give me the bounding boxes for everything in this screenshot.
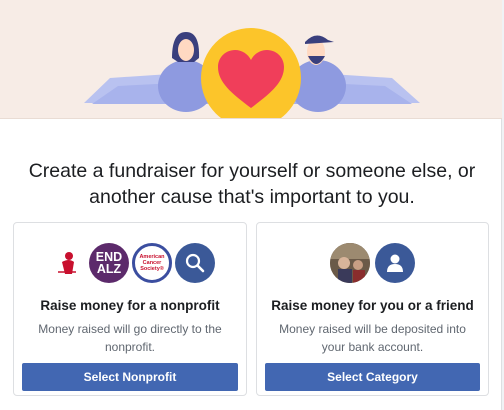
nonprofit-card-title: Raise money for a nonprofit	[40, 298, 220, 313]
st-jude-logo	[47, 243, 87, 283]
personal-card[interactable]: Raise money for you or a friend Money ra…	[256, 222, 489, 396]
nonprofit-logos: END ALZ American Cancer Society®	[14, 243, 246, 287]
page-headline: Create a fundraiser for yourself or some…	[0, 158, 504, 210]
headline-line-2: another cause that's important to you.	[89, 186, 415, 208]
profile-photo	[330, 243, 370, 283]
nonprofit-card-description: Money raised will go directly to the non…	[22, 320, 238, 356]
headline-line-1: Create a fundraiser for yourself or some…	[28, 160, 476, 182]
hero-illustration	[0, 0, 502, 119]
personal-logos	[257, 243, 488, 287]
end-alz-logo: END ALZ	[89, 243, 129, 283]
search-icon[interactable]	[175, 243, 215, 283]
right-person-cap	[305, 35, 334, 44]
left-person-face	[178, 39, 194, 61]
end-alz-line-2: ALZ	[96, 262, 122, 276]
nonprofit-card[interactable]: END ALZ American Cancer Society® Raise m…	[13, 222, 247, 396]
fundraiser-create-page: Create a fundraiser for yourself or some…	[0, 0, 502, 410]
select-category-button[interactable]: Select Category	[265, 363, 480, 391]
personal-desc-line-2: your bank account.	[321, 340, 424, 354]
american-cancer-society-logo: American Cancer Society®	[132, 243, 172, 283]
acs-line-3: Society®	[140, 266, 164, 272]
person-icon	[375, 243, 415, 283]
nonprofit-desc-line-2: nonprofit.	[104, 340, 156, 354]
personal-card-description: Money raised will be deposited into your…	[265, 320, 480, 356]
personal-card-title: Raise money for you or a friend	[271, 298, 474, 313]
personal-desc-line-1: Money raised will be deposited into	[279, 322, 466, 336]
nonprofit-desc-line-1: Money raised will go directly to the	[38, 322, 222, 336]
hero-art	[84, 28, 420, 118]
select-nonprofit-button[interactable]: Select Nonprofit	[22, 363, 238, 391]
